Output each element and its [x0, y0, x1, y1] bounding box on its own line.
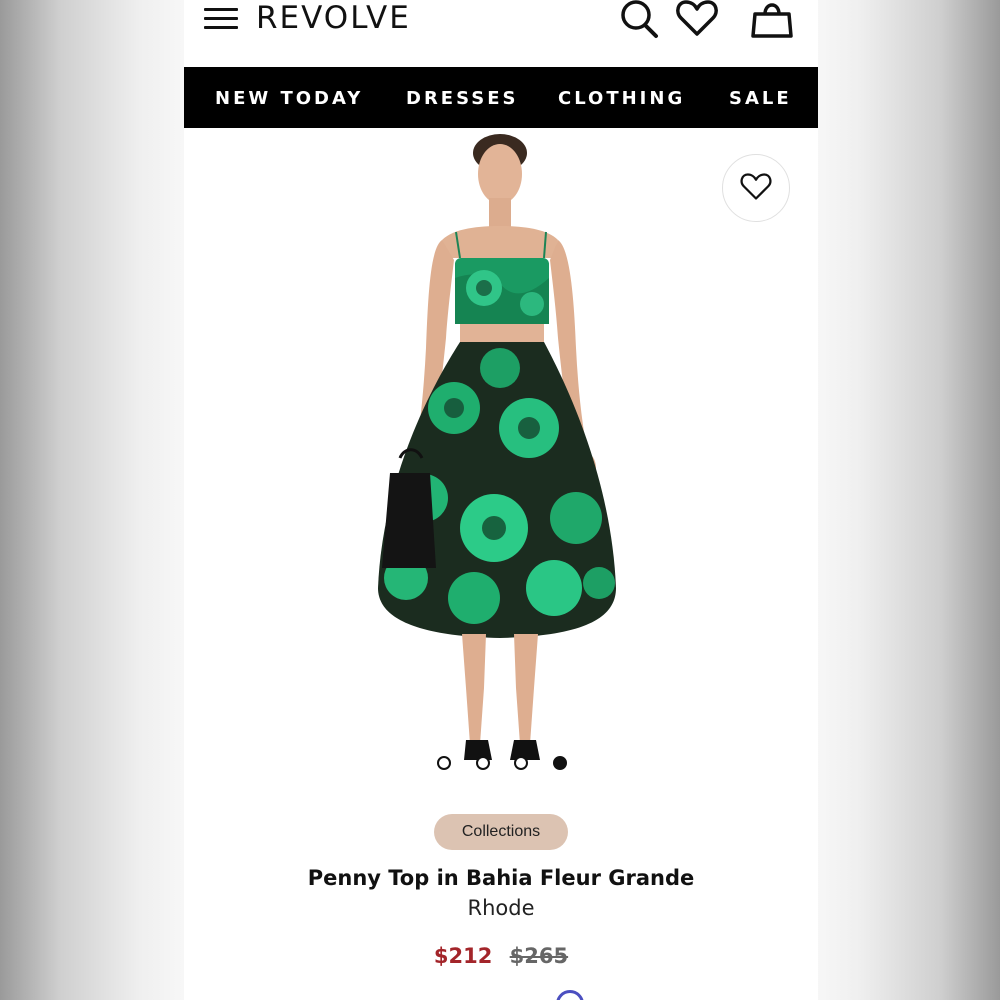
site-logo[interactable]: REVOLVE: [256, 0, 411, 36]
nav-new-today[interactable]: NEW TODAY: [215, 88, 363, 109]
category-nav: NEW TODAY DRESSES CLOTHING SALE: [184, 67, 818, 128]
phone-screen: REVOLVE NEW TODAY DRESSES CLOTHING SALE: [184, 0, 818, 1000]
gallery-pagination: [184, 756, 818, 770]
gallery-dot-3[interactable]: [514, 756, 528, 770]
heart-icon[interactable]: [675, 0, 719, 45]
search-icon[interactable]: [618, 0, 662, 45]
sale-price: $212: [433, 944, 493, 968]
gallery-dot-4[interactable]: [553, 756, 567, 770]
collections-tag[interactable]: Collections: [434, 814, 568, 850]
nav-dresses[interactable]: DRESSES: [406, 88, 518, 109]
wishlist-heart-button[interactable]: [722, 154, 790, 222]
gallery-dot-2[interactable]: [476, 756, 490, 770]
nav-sale[interactable]: SALE: [729, 88, 792, 109]
original-price: $265: [509, 944, 569, 968]
product-brand[interactable]: Rhode: [184, 896, 818, 920]
product-title: Penny Top in Bahia Fleur Grande: [307, 866, 695, 890]
info-circle-icon[interactable]: [556, 990, 584, 1000]
nav-clothing[interactable]: CLOTHING: [558, 88, 685, 109]
site-header: REVOLVE: [184, 0, 818, 67]
product-image[interactable]: [184, 128, 818, 788]
shopping-bag-icon[interactable]: [750, 0, 794, 45]
heart-outline-icon: [740, 173, 772, 200]
price-row: $212 $265: [184, 944, 818, 968]
product-photo: [378, 134, 616, 760]
menu-icon[interactable]: [204, 8, 238, 30]
gallery-dot-1[interactable]: [437, 756, 451, 770]
